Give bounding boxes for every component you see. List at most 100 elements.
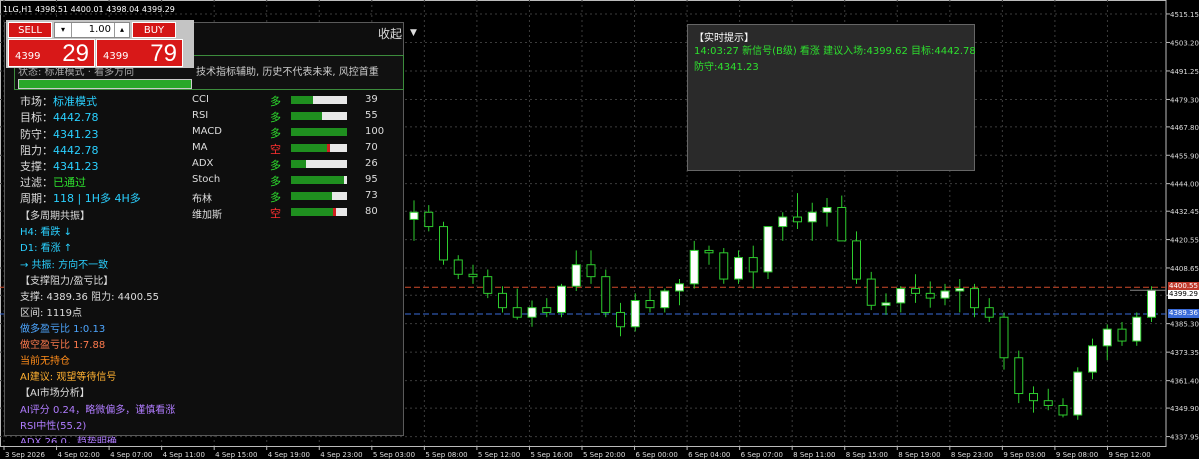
candle-body xyxy=(527,307,537,318)
indicator-name: ADX xyxy=(192,158,214,169)
alert-signal-text: 14:03:27 新信号(B级) 看涨 建议入场:4399.62 目标:4442… xyxy=(694,46,976,57)
indicator-direction: 多 xyxy=(270,191,281,204)
y-tick-label: 4455.90 xyxy=(1170,152,1199,160)
y-tick-label: 4467.80 xyxy=(1170,124,1199,132)
indicator-strength-bar xyxy=(291,176,347,184)
candle-body xyxy=(1147,289,1156,318)
candle-body xyxy=(586,264,596,278)
candle-body xyxy=(483,276,493,294)
y-tick-label: 4432.45 xyxy=(1170,208,1199,216)
indicator-name: MACD xyxy=(192,126,222,137)
y-tick-label: 4503.20 xyxy=(1170,39,1199,47)
panel-row-value: 118 | 1H多 4H多 xyxy=(53,192,141,205)
candle-body xyxy=(748,257,758,273)
indicator-direction: 多 xyxy=(270,127,281,140)
indicator-strength-fill xyxy=(291,192,332,200)
x-tick-label: 4 Sep 02:00 xyxy=(58,451,100,459)
candle-body xyxy=(1088,345,1097,373)
candle-body xyxy=(542,307,552,313)
candle-body xyxy=(1043,400,1053,406)
indicator-strength-fill xyxy=(291,176,345,184)
panel-row-value: 4341.23 xyxy=(53,160,99,173)
candle-body xyxy=(1132,316,1142,342)
indicator-name: 布林 xyxy=(192,194,212,205)
x-tick-label: 6 Sep 04:00 xyxy=(688,451,730,459)
indicator-strength-bar xyxy=(291,144,347,152)
x-tick-label: 9 Sep 03:00 xyxy=(1003,451,1045,459)
candle-body xyxy=(911,288,920,294)
candle-body xyxy=(866,278,876,306)
candle-body xyxy=(719,252,729,280)
buy-button[interactable]: BUY xyxy=(132,22,176,38)
panel-row-value: 标准模式 xyxy=(53,95,97,108)
candle-body xyxy=(881,302,891,306)
disclaimer-text: 技术指标辅助, 历史不代表未来, 风控首重 xyxy=(196,67,379,78)
indicator-value: 100 xyxy=(365,126,385,137)
candle-body xyxy=(1029,393,1038,402)
collapse-button[interactable]: 收起 xyxy=(378,25,402,42)
panel-row: 市场：标准模式 xyxy=(20,93,97,109)
lot-increase-icon[interactable]: ▴ xyxy=(114,23,129,37)
indicator-strength-fill xyxy=(291,144,331,152)
panel-row-label: 防守： xyxy=(20,128,53,141)
sell-button[interactable]: SELL xyxy=(8,22,52,38)
support-price-tag: 4389.36 xyxy=(1168,309,1199,318)
candle-body xyxy=(1073,371,1083,416)
candle-body xyxy=(512,307,522,318)
y-tick-label: 4479.30 xyxy=(1170,96,1199,104)
indicator-direction: 空 xyxy=(270,143,281,156)
candle-body xyxy=(807,211,817,223)
candle-body xyxy=(616,311,625,328)
x-tick-label: 3 Sep 2026 xyxy=(5,451,45,459)
rsi-line-text: RSI中性(55.2) xyxy=(20,421,87,432)
y-tick-label: 4420.55 xyxy=(1170,237,1199,245)
panel-row-label: 市场： xyxy=(20,95,53,108)
indicator-strength-bar xyxy=(291,96,347,104)
candle-body xyxy=(675,283,684,292)
candle-body xyxy=(793,216,802,223)
x-tick-label: 5 Sep 12:00 xyxy=(478,451,520,459)
indicator-name: Stoch xyxy=(192,174,221,185)
collapse-arrow-icon[interactable]: ▼ xyxy=(410,28,417,38)
resonance-text: → 共振: 方向不一致 xyxy=(20,260,109,271)
panel-row: 周期：118 | 1H多 4H多 xyxy=(20,190,141,206)
candle-body xyxy=(468,273,478,278)
ai-advice-text: AI建议: 观望等待信号 xyxy=(20,372,117,383)
candle-body xyxy=(955,288,965,292)
indicator-name: 维加斯 xyxy=(192,210,222,221)
indicator-direction: 多 xyxy=(270,159,281,172)
x-tick-label: 8 Sep 11:00 xyxy=(793,451,835,459)
indicator-bear-marker xyxy=(333,208,336,216)
x-tick-label: 4 Sep 07:00 xyxy=(110,451,152,459)
panel-row: 目标：4442.78 xyxy=(20,109,99,125)
panel-row-value: 已通过 xyxy=(53,176,86,189)
buy-price-button[interactable]: 4399 79 xyxy=(96,39,183,67)
indicator-name: RSI xyxy=(192,110,209,121)
candle-body xyxy=(837,206,847,242)
indicator-strength-bar xyxy=(291,112,347,120)
panel-row-value: 4442.78 xyxy=(53,144,99,157)
indicator-value: 39 xyxy=(365,94,378,105)
candle-body xyxy=(498,292,507,309)
lot-size-input[interactable]: ▾ 1.00 ▴ xyxy=(54,22,130,38)
x-tick-label: 8 Sep 15:00 xyxy=(846,451,888,459)
sell-price-pips: 29 xyxy=(62,40,89,67)
candle-body xyxy=(630,300,640,328)
indicator-value: 55 xyxy=(365,110,378,121)
candle-body xyxy=(453,259,463,275)
panel-row-label: 周期： xyxy=(20,192,53,205)
x-tick-label: 4 Sep 11:00 xyxy=(163,451,205,459)
x-tick-label: 6 Sep 07:00 xyxy=(741,451,783,459)
y-tick-label: 4337.95 xyxy=(1170,434,1199,442)
long-rr-text: 做多盈亏比 1:0.13 xyxy=(20,324,106,335)
candle-body xyxy=(778,216,788,228)
lot-value: 1.00 xyxy=(88,24,111,35)
trade-panel: SELL ▾ 1.00 ▴ BUY 4399 29 4399 79 xyxy=(6,20,194,68)
sell-price-button[interactable]: 4399 29 xyxy=(8,39,95,67)
panel-row-value: 4341.23 xyxy=(53,128,99,141)
lot-decrease-icon[interactable]: ▾ xyxy=(55,23,72,37)
status-progress-bar xyxy=(18,79,192,89)
x-tick-label: 4 Sep 15:00 xyxy=(215,451,257,459)
candle-body xyxy=(660,290,670,309)
panel-row-label: 过滤： xyxy=(20,176,53,189)
